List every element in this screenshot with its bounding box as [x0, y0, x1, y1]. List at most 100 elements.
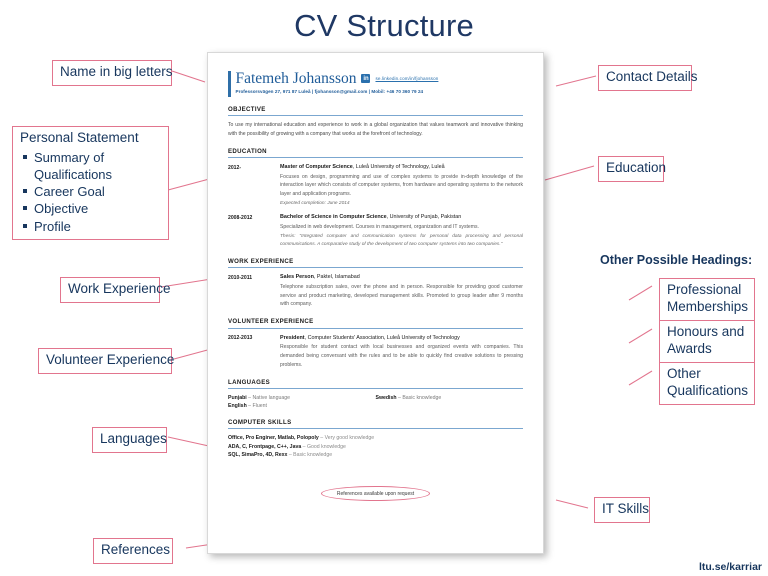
entry-date: 2012-: [228, 164, 242, 171]
skill-tools: SQL, SimaPro, 4D, Rexx: [228, 452, 288, 459]
language-item: English – Fluent: [228, 402, 376, 410]
education-entry: 2012- Master of Computer Science, Luleå …: [228, 164, 523, 208]
language-item: Swedish – Basic knowledge: [376, 394, 524, 402]
skill-tools: Office, Pro Enginer, Matlab, Polopoly: [228, 435, 319, 442]
entry-description: Responsible for student contact with loc…: [280, 344, 523, 368]
objective-text: To use my international education and ex…: [228, 122, 523, 138]
entry-org: , Computer Students' Association, Luleå …: [304, 334, 460, 341]
section-divider: [228, 115, 523, 117]
callout-honours-and-awards[interactable]: Honours and Awards: [659, 320, 755, 363]
callout-label: Work Experience: [68, 281, 171, 296]
section-languages: LANGUAGES Punjabi – Native language Engl…: [228, 379, 523, 410]
personal-statement-headline: Personal Statement: [20, 130, 139, 145]
callout-languages[interactable]: Languages: [92, 427, 167, 453]
entry-role: Master of Computer Science: [280, 164, 353, 171]
entry-date: 2010-2011: [228, 274, 253, 281]
references-block: References available upon request: [228, 482, 523, 502]
skill-level: – Very good knowledge: [318, 435, 375, 442]
callout-label: Languages: [100, 431, 167, 446]
leader-name: [171, 70, 206, 83]
skill-level: – Good knowledge: [301, 443, 346, 450]
slide-canvas: CV Structure Name in big letters Persona…: [0, 0, 768, 576]
skill-item: SQL, SimaPro, 4D, Rexx – Basic knowledge: [228, 451, 523, 459]
skill-tools: ADA, C, Frontpage, C++, Java: [228, 443, 302, 450]
section-divider: [228, 267, 523, 269]
cv-contact-line: Professorsvägen 27, 971 87 Luleå | fjoha…: [235, 88, 424, 94]
cv-name: Fatemeh Johansson: [235, 70, 357, 87]
callout-label: Education: [606, 160, 667, 175]
section-education: EDUCATION 2012- Master of Computer Scien…: [228, 148, 523, 249]
section-computer-skills: COMPUTER SKILLS Office, Pro Enginer, Mat…: [228, 419, 523, 460]
callout-education[interactable]: Education: [598, 156, 667, 182]
personal-statement-list: Summary of Qualifications Career Goal Ob…: [20, 149, 161, 235]
entry-description: Telephone subscription sales, over the p…: [280, 283, 523, 308]
callout-name-in-big-letters[interactable]: Name in big letters: [52, 60, 173, 86]
callout-label: Contact Details: [606, 69, 698, 84]
list-item: Profile: [23, 218, 161, 235]
cv-document: Fatemeh Johansson in se.linkedin.com/in/…: [207, 52, 544, 554]
entry-role: Sales Person: [280, 274, 314, 281]
callout-contact-details[interactable]: Contact Details: [598, 65, 698, 91]
section-divider: [228, 156, 523, 159]
callout-label: References: [101, 542, 171, 557]
leader-professional-memberships: [628, 285, 653, 301]
entry-title: President, Computer Students' Associatio…: [280, 335, 523, 342]
callout-other-qualifications[interactable]: Other Qualifications: [659, 362, 755, 405]
language-name: Swedish: [375, 394, 397, 401]
entry-description: Specialized in web development. Courses …: [280, 223, 479, 230]
references-note: References available upon request: [320, 486, 431, 502]
skill-level: – Basic knowledge: [287, 452, 333, 459]
leader-honours-awards: [628, 328, 653, 344]
list-item: Summary of Qualifications: [23, 149, 161, 183]
section-heading: LANGUAGES: [228, 378, 271, 386]
callout-work-experience[interactable]: Work Experience: [60, 277, 171, 303]
work-entry: 2010-2011 Sales Person, Paktel, Islamaba…: [228, 274, 523, 309]
education-entry: 2008-2012 Bachelor of Science in Compute…: [228, 214, 523, 249]
callout-label: Name in big letters: [60, 64, 173, 79]
callout-label: Professional Memberships: [667, 282, 749, 314]
entry-title: Master of Computer Science, Luleå Univer…: [280, 164, 523, 171]
callout-label: IT Skills: [602, 501, 650, 516]
skill-item: Office, Pro Enginer, Matlab, Polopoly – …: [228, 434, 523, 442]
section-heading: COMPUTER SKILLS: [228, 419, 292, 427]
callout-volunteer-experience[interactable]: Volunteer Experience: [38, 348, 175, 374]
entry-org: , Paktel, Islamabad: [313, 274, 360, 281]
section-divider: [228, 428, 523, 430]
entry-date: 2012-2013: [228, 335, 253, 342]
section-work-experience: WORK EXPERIENCE 2010-2011 Sales Person, …: [228, 258, 523, 309]
language-name: Punjabi: [228, 394, 247, 401]
leader-education: [544, 165, 595, 181]
linkedin-icon[interactable]: in: [361, 74, 371, 84]
language-level: – Basic knowledge: [396, 394, 442, 401]
section-divider: [228, 327, 523, 329]
callout-it-skills[interactable]: IT Skills: [594, 497, 650, 523]
section-objective: OBJECTIVE To use my international educat…: [228, 106, 523, 139]
leader-other-qualifications: [628, 370, 653, 386]
callout-professional-memberships[interactable]: Professional Memberships: [659, 278, 755, 321]
language-item: Punjabi – Native language: [228, 394, 376, 402]
callout-label: Volunteer Experience: [46, 352, 175, 367]
section-heading: VOLUNTEER EXPERIENCE: [228, 318, 314, 326]
source-footer: ltu.se/karriar: [698, 561, 762, 573]
section-volunteer-experience: VOLUNTEER EXPERIENCE 2012-2013 President…: [228, 318, 523, 369]
callout-label: Other Qualifications: [667, 366, 749, 398]
list-item: Objective: [23, 200, 161, 217]
page-title: CV Structure: [294, 8, 474, 43]
entry-role: President: [280, 334, 305, 341]
entry-description: Focuses on design, programming and use o…: [280, 173, 523, 198]
language-level: – Native language: [246, 394, 290, 401]
linkedin-url-link[interactable]: se.linkedin.com/in/fjohansson: [375, 76, 438, 81]
entry-title: Sales Person, Paktel, Islamabad: [280, 274, 523, 281]
callout-personal-statement[interactable]: Personal Statement Summary of Qualificat…: [12, 126, 169, 240]
language-name: English: [228, 403, 247, 410]
languages-column-right: Swedish – Basic knowledge: [376, 394, 524, 410]
cv-header: Fatemeh Johansson in se.linkedin.com/in/…: [228, 71, 523, 97]
other-possible-headings-title: Other Possible Headings:: [600, 253, 753, 267]
language-level: – Fluent: [246, 403, 267, 410]
entry-date: 2008-2012: [228, 214, 253, 221]
leader-it-skills: [555, 499, 589, 509]
languages-column-left: Punjabi – Native language English – Flue…: [228, 394, 376, 410]
section-heading: WORK EXPERIENCE: [228, 257, 294, 265]
entry-role: Bachelor of Science in Computer Science: [280, 214, 387, 221]
callout-references[interactable]: References: [93, 538, 173, 564]
